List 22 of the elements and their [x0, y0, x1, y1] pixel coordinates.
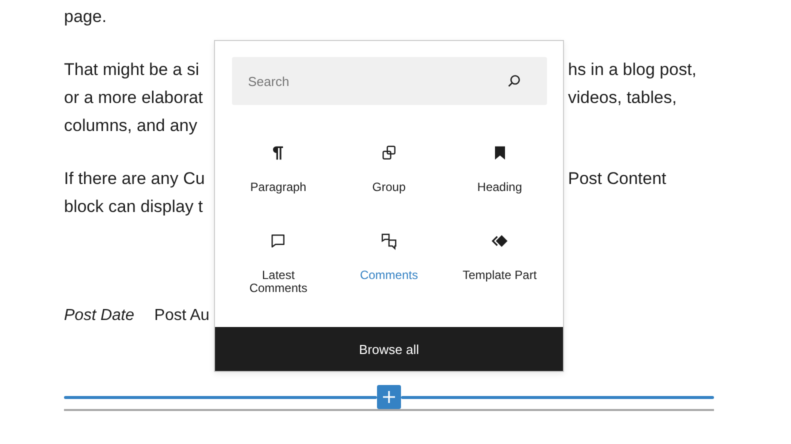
block-item[interactable]: Heading [444, 139, 555, 227]
add-block-button[interactable] [377, 385, 401, 409]
block-item[interactable]: Template Part [444, 227, 555, 315]
browse-all-button[interactable]: Browse all [215, 327, 563, 371]
paragraph-text: If there are any Cu [64, 168, 206, 190]
paragraph-text: hs in a blog post, [567, 59, 698, 81]
search-field[interactable]: Search [232, 57, 547, 105]
block-item[interactable]: Latest Comments [223, 227, 334, 315]
paragraph-text: That might be a si [64, 59, 200, 81]
plus-icon [382, 390, 396, 404]
paragraph-text: videos, tables, [567, 87, 678, 109]
paragraph-text: columns, and any [64, 115, 198, 137]
meta-text: Post Au [154, 306, 210, 326]
speech-bubbles-icon [378, 231, 399, 251]
paragraph-text: block can display t [64, 196, 204, 218]
meta-text: Post Date [64, 306, 134, 326]
paragraph-text: Post Content [567, 168, 668, 190]
paragraph-text: page. [64, 6, 108, 28]
block-item[interactable]: Paragraph [223, 139, 334, 227]
paragraph-text: or a more elaborat [64, 87, 204, 109]
block-item[interactable]: Group [334, 139, 444, 227]
block-item[interactable]: Comments [334, 227, 444, 315]
